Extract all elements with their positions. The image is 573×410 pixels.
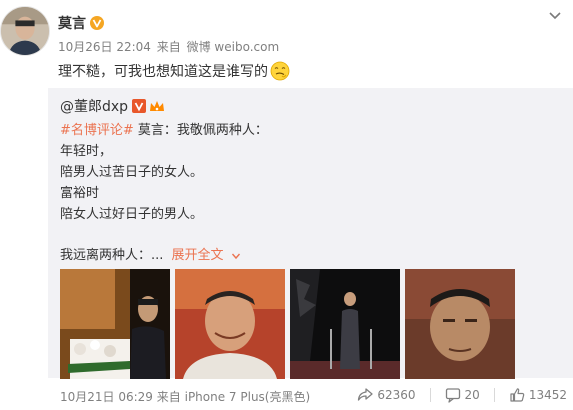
thumbs-up-icon	[510, 388, 525, 402]
portrait-closeup-image	[405, 269, 515, 379]
repost-line-1: #名博评论# 莫言：我敬佩两种人：	[60, 119, 268, 138]
verified-badge-icon	[90, 16, 104, 30]
chevron-down-icon	[231, 253, 240, 259]
post-text: 理不糙，可我也想知道这是谁写的	[58, 61, 290, 81]
verified-badge-icon	[132, 99, 147, 113]
portrait-smiling-image	[175, 269, 285, 379]
share-icon	[358, 388, 373, 401]
comment-count: 20	[464, 388, 480, 402]
post-timestamp[interactable]: 10月26日 22:04	[58, 40, 151, 54]
repost-actions: 62360 20 13452	[357, 385, 567, 405]
photo-thumbnail[interactable]	[290, 269, 400, 379]
post-source[interactable]: 微博 weibo.com	[187, 40, 280, 54]
author-avatar[interactable]	[0, 6, 50, 56]
like-button[interactable]: 13452	[509, 387, 567, 403]
weibo-post-card: 莫言 10月26日 22:04 来自 微博 weibo.com 理不糙，可我也想…	[0, 0, 573, 410]
repost-author-row: @董郎dxp	[60, 96, 165, 116]
photo-grid	[60, 269, 515, 379]
post-source-prefix: 来自	[156, 40, 181, 54]
share-count: 62360	[377, 388, 416, 402]
repost-line-3: 陪男人过苦日子的女人。	[60, 165, 204, 180]
comment-icon	[445, 388, 460, 403]
repost-author-badges	[132, 99, 165, 113]
post-body: 理不糙，可我也想知道这是谁写的	[58, 64, 268, 80]
member-crown-icon	[150, 101, 165, 111]
repost-line-5: 陪女人过好日子的男人。	[60, 207, 204, 222]
thinking-face-emoji-icon	[270, 61, 290, 81]
repost-source-prefix: 来自	[156, 390, 181, 404]
author-name[interactable]: 莫言	[58, 13, 86, 33]
repost-source[interactable]: iPhone 7 Plus(亮黑色)	[185, 390, 311, 404]
reposted-weibo: @董郎dxp #名博评论# 莫言：我敬佩两种人： 年轻时， 陪男人过苦日子的女人…	[48, 88, 573, 379]
like-count: 13452	[528, 388, 567, 402]
expand-label: 展开全文	[171, 248, 224, 263]
topic-tag-link[interactable]: #名博评论#	[60, 123, 134, 138]
photo-thumbnail[interactable]	[405, 269, 515, 379]
action-divider	[429, 388, 431, 402]
author-row: 莫言	[58, 13, 104, 33]
portrait-podium-image	[60, 269, 170, 379]
repost-line-6-text: 我远离两种人：...	[60, 248, 164, 263]
photo-thumbnail[interactable]	[60, 269, 170, 379]
action-divider	[493, 388, 495, 402]
more-options-chevron-icon[interactable]	[547, 7, 563, 23]
repost-line-6: 我远离两种人：... 展开全文	[60, 244, 241, 263]
repost-line-2: 年轻时，	[60, 144, 113, 159]
share-button[interactable]: 62360	[357, 387, 416, 403]
post-meta: 10月26日 22:04 来自 微博 weibo.com	[58, 38, 279, 55]
photo-thumbnail[interactable]	[175, 269, 285, 379]
repost-line-4: 富裕时	[60, 186, 100, 201]
repost-author-link[interactable]: @董郎dxp	[60, 96, 128, 116]
repost-timestamp[interactable]: 10月21日 06:29	[60, 390, 153, 404]
repost-line-1-text: 莫言：我敬佩两种人：	[133, 123, 268, 138]
avatar-portrait-image	[1, 7, 49, 55]
comment-button[interactable]: 20	[445, 387, 480, 403]
repost-meta: 10月21日 06:29 来自 iPhone 7 Plus(亮黑色)	[60, 388, 310, 405]
stage-ceremony-image	[290, 269, 400, 379]
expand-full-text-link[interactable]: 展开全文	[172, 248, 241, 263]
